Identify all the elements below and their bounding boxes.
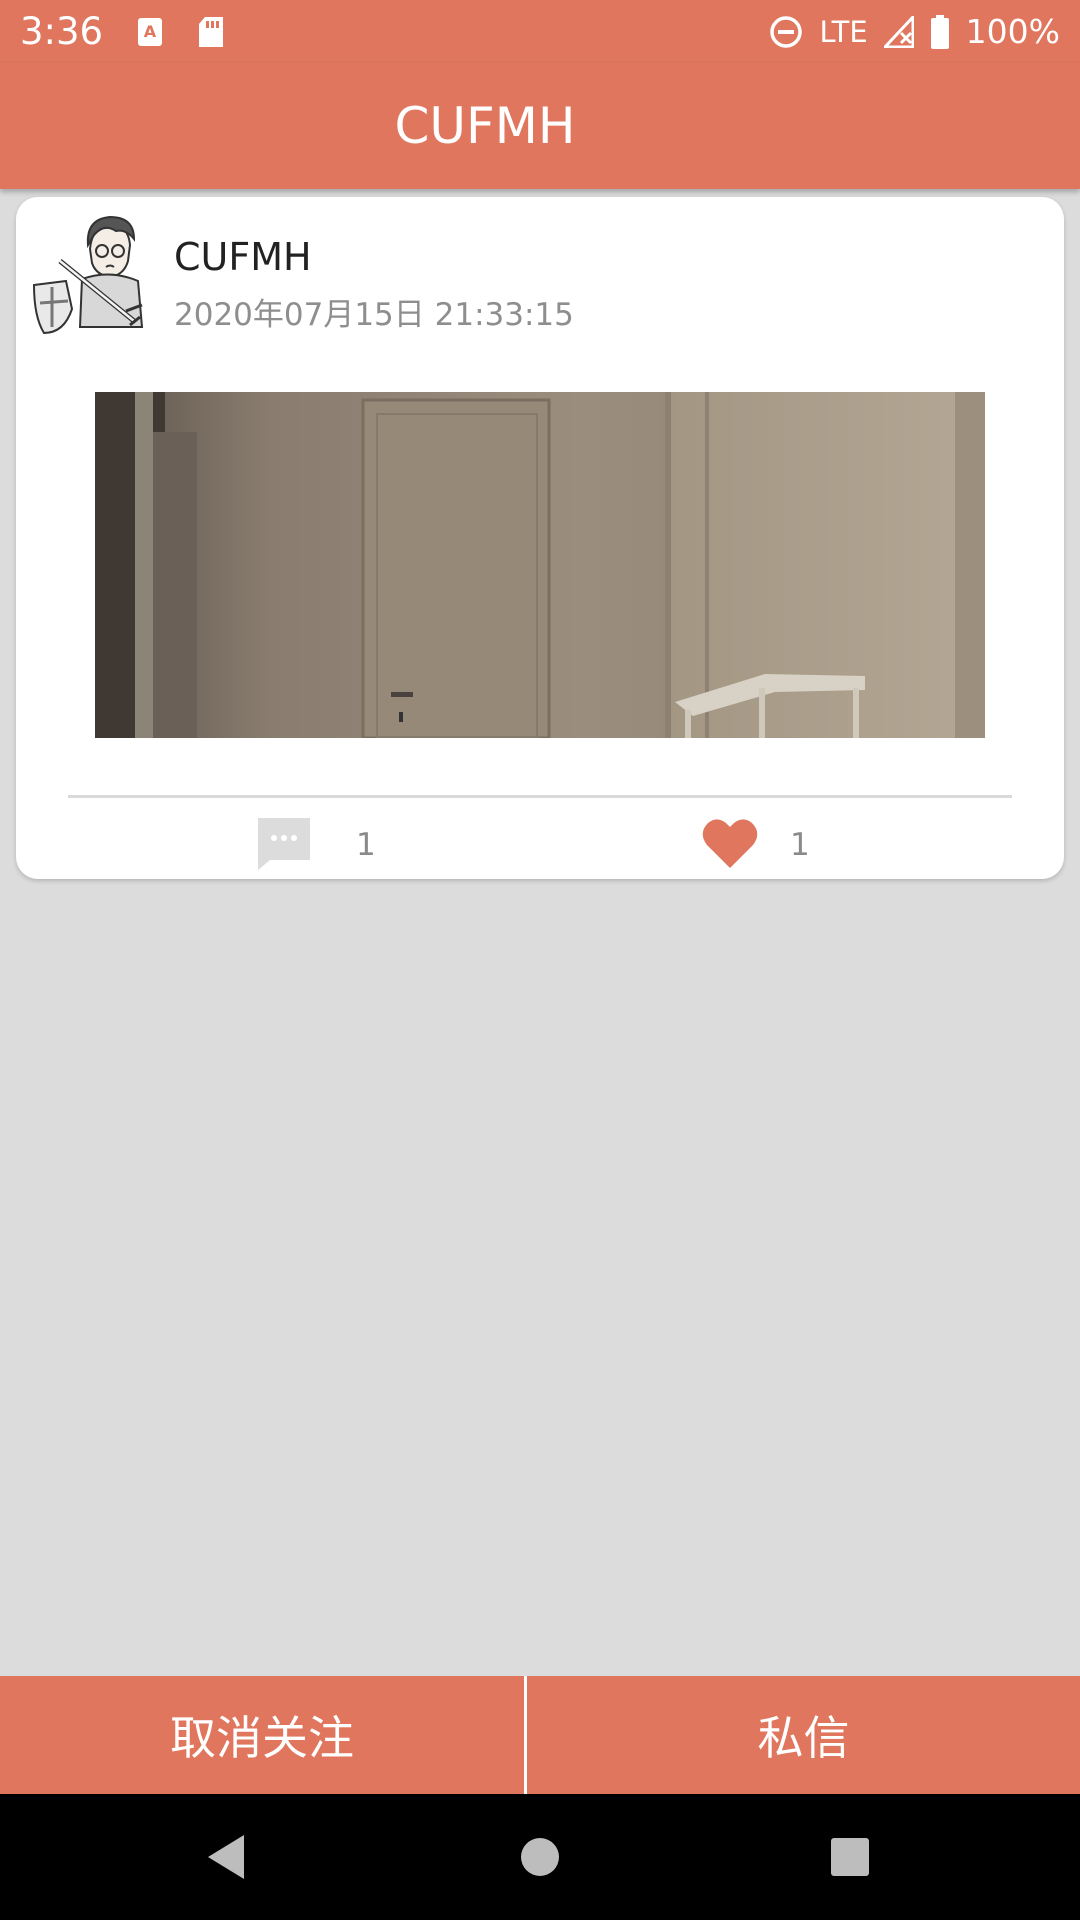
battery-level: 100% — [965, 12, 1060, 51]
app-bar: CUFMH — [0, 63, 1080, 189]
back-button[interactable] — [166, 1794, 286, 1920]
text-notification-icon: A — [137, 17, 163, 47]
home-button[interactable] — [480, 1794, 600, 1920]
do-not-disturb-icon — [769, 15, 803, 49]
page-title: CUFMH — [394, 97, 576, 155]
status-right: LTE 100% — [769, 12, 1060, 51]
bottom-action-bar: 取消关注 私信 — [0, 1676, 1080, 1794]
sd-card-icon — [197, 16, 225, 48]
comment-button[interactable]: 1 — [256, 815, 376, 875]
svg-text:A: A — [144, 22, 157, 41]
recents-button[interactable] — [790, 1794, 910, 1920]
post-timestamp: 2020年07月15日 21:33:15 — [174, 297, 574, 333]
status-time: 3:36 — [20, 10, 104, 53]
status-left: 3:36 A — [20, 10, 225, 53]
author-name[interactable]: CUFMH — [174, 235, 312, 279]
post-image[interactable] — [95, 392, 985, 738]
avatar[interactable] — [30, 209, 162, 341]
comment-icon — [256, 816, 312, 874]
divider — [68, 795, 1012, 798]
network-type: LTE — [819, 14, 868, 49]
signal-icon — [883, 15, 914, 48]
comment-count: 1 — [356, 827, 376, 863]
like-count: 1 — [790, 827, 810, 863]
like-button[interactable]: 1 — [702, 815, 810, 875]
post-card[interactable]: CUFMH 2020年07月15日 21:33:15 1 1 — [16, 197, 1064, 879]
home-icon — [521, 1838, 559, 1876]
battery-icon — [930, 14, 950, 49]
private-message-button[interactable]: 私信 — [527, 1676, 1080, 1794]
heart-icon — [702, 818, 758, 872]
status-bar: 3:36 A LTE 100% — [0, 0, 1080, 63]
back-icon — [208, 1835, 244, 1879]
unfollow-button[interactable]: 取消关注 — [0, 1676, 524, 1794]
recents-icon — [831, 1838, 869, 1876]
navigation-bar — [0, 1794, 1080, 1920]
